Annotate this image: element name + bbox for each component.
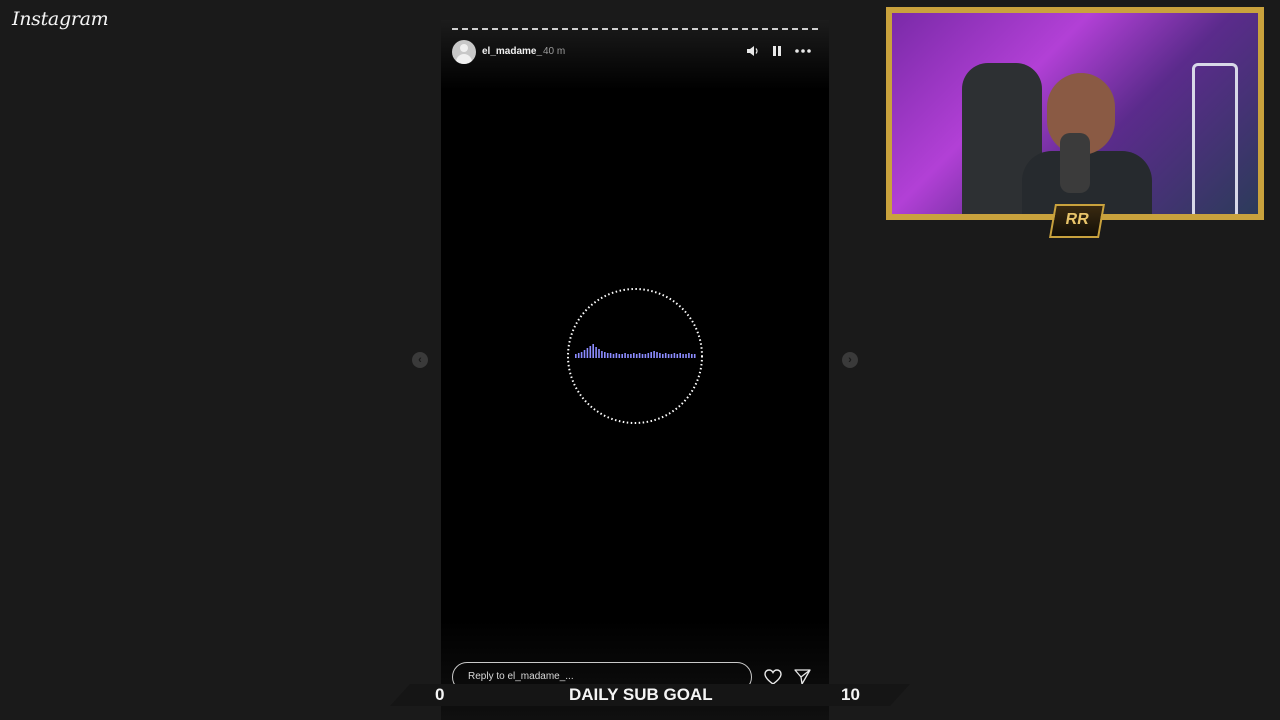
pause-button[interactable] <box>768 42 786 60</box>
sub-goal-label: DAILY SUB GOAL <box>569 685 713 704</box>
waveform-bar <box>633 353 635 358</box>
waveform-bar <box>601 351 603 358</box>
story-viewer[interactable]: el_madame_ 40 m Reply to el_madame_... <box>441 20 829 720</box>
previous-story-button[interactable]: ‹ <box>412 352 428 368</box>
waveform-bar <box>583 350 586 358</box>
avatar[interactable] <box>452 40 476 64</box>
like-button[interactable] <box>763 668 783 686</box>
waveform-bar <box>685 354 687 358</box>
waveform-bar <box>589 346 592 358</box>
waveform-bar <box>667 354 670 358</box>
waveform-bar <box>653 351 655 358</box>
waveform-bar <box>676 354 679 358</box>
waveform-bar <box>682 354 684 358</box>
waveform-bar <box>586 348 589 358</box>
waveform-bar <box>618 354 621 358</box>
waveform-bar <box>621 354 623 358</box>
more-icon <box>795 49 811 53</box>
waveform-bar <box>693 354 696 358</box>
waveform-bar <box>580 352 583 358</box>
waveform-bar <box>659 353 661 358</box>
waveform-bar <box>592 344 594 358</box>
audio-visualizer <box>567 288 703 424</box>
next-story-button[interactable]: › <box>842 352 858 368</box>
waveform-bar <box>612 354 615 358</box>
chevron-left-icon: ‹ <box>418 354 422 366</box>
waveform-bar <box>670 354 673 358</box>
sub-goal-current: 0 <box>435 685 445 704</box>
heart-icon <box>764 669 782 685</box>
waveform-bar <box>635 354 638 358</box>
waveform-bar <box>641 354 644 358</box>
waveform-bar <box>577 353 580 358</box>
waveform-bar <box>647 353 650 358</box>
streamer-webcam-overlay <box>886 7 1264 220</box>
waveform-bar <box>630 354 632 358</box>
waveform-bar <box>664 353 667 358</box>
waveform-bar <box>627 354 629 358</box>
waveform-bar <box>615 353 618 358</box>
waveform-bar <box>650 352 652 358</box>
volume-icon <box>747 46 758 56</box>
waveform-bar <box>575 354 577 358</box>
waveform-bar <box>679 353 681 358</box>
channel-logo-badge: RR <box>1049 204 1105 238</box>
sub-goal-target: 10 <box>841 685 860 704</box>
waveform-bar <box>691 354 693 358</box>
waveform-bar <box>604 352 606 358</box>
waveform-bar <box>606 353 609 358</box>
waveform-bar <box>595 347 597 358</box>
story-username[interactable]: el_madame_ <box>482 46 542 57</box>
share-button[interactable] <box>792 668 812 686</box>
more-options-button[interactable] <box>793 42 813 60</box>
waveform-bar <box>673 353 676 358</box>
pause-icon <box>773 46 781 56</box>
story-timestamp: 40 m <box>543 46 566 57</box>
mute-button[interactable] <box>744 42 762 60</box>
waveform-bar <box>662 354 664 358</box>
waveform-bar <box>688 353 690 358</box>
waveform-bar <box>656 352 658 358</box>
waveform-bar <box>609 353 612 358</box>
waveform-bar <box>644 354 647 358</box>
send-icon <box>793 669 811 685</box>
instagram-logo[interactable]: Instagram <box>12 8 109 30</box>
waveform-bar <box>624 353 626 358</box>
waveform-bar <box>638 353 641 358</box>
waveform-bar <box>598 349 600 358</box>
chevron-right-icon: › <box>848 354 852 366</box>
story-progress-bar <box>452 28 818 32</box>
